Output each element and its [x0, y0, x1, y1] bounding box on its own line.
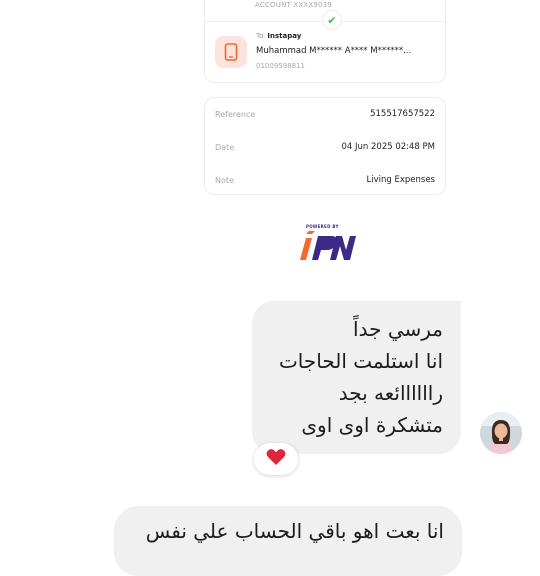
message-line: مرسي جداً [353, 317, 443, 341]
reference-value: 515517657522 [370, 109, 435, 119]
transfer-details-card: Reference 515517657522 Date 04 Jun 2025 … [204, 97, 446, 195]
message-bubble-received[interactable]: انا بعت اهو باقي الحساب علي نفس [114, 506, 462, 576]
message-bubble-received[interactable]: مرسي جداً انا استلمت الحاجات راااااائعه … [252, 301, 461, 454]
ipn-logo: POWERED BY [296, 224, 358, 266]
message-line: انا بعت اهو باقي الحساب علي نفس [145, 519, 444, 543]
account-number: ACCOUNT XXXX9039 [255, 1, 333, 9]
check-icon: ✔ [322, 10, 342, 30]
message-line: راااااائعه بجد [338, 381, 443, 405]
heart-icon [266, 448, 286, 470]
recipient-name: Muhammad M****** A**** M******... [256, 46, 412, 56]
heart-reaction[interactable] [254, 443, 298, 475]
avatar[interactable] [480, 412, 522, 454]
to-label: To [256, 32, 264, 40]
transfer-recipient-card: ACCOUNT XXXX9039 ✔ To Instapay Muhammad M… [204, 0, 446, 83]
date-value: 04 Jun 2025 02:48 PM [341, 142, 436, 152]
note-label: Note [215, 176, 234, 185]
recipient-phone: 01009598811 [256, 62, 305, 70]
to-line: To Instapay [256, 32, 301, 40]
phone-icon [215, 36, 247, 68]
note-value: Living Expenses [366, 175, 435, 185]
to-service: Instapay [267, 32, 302, 40]
message-line: انا استلمت الحاجات [278, 349, 443, 373]
message-line: متشكرة اوى اوى [301, 413, 443, 437]
date-label: Date [215, 143, 235, 152]
reference-label: Reference [215, 110, 256, 119]
